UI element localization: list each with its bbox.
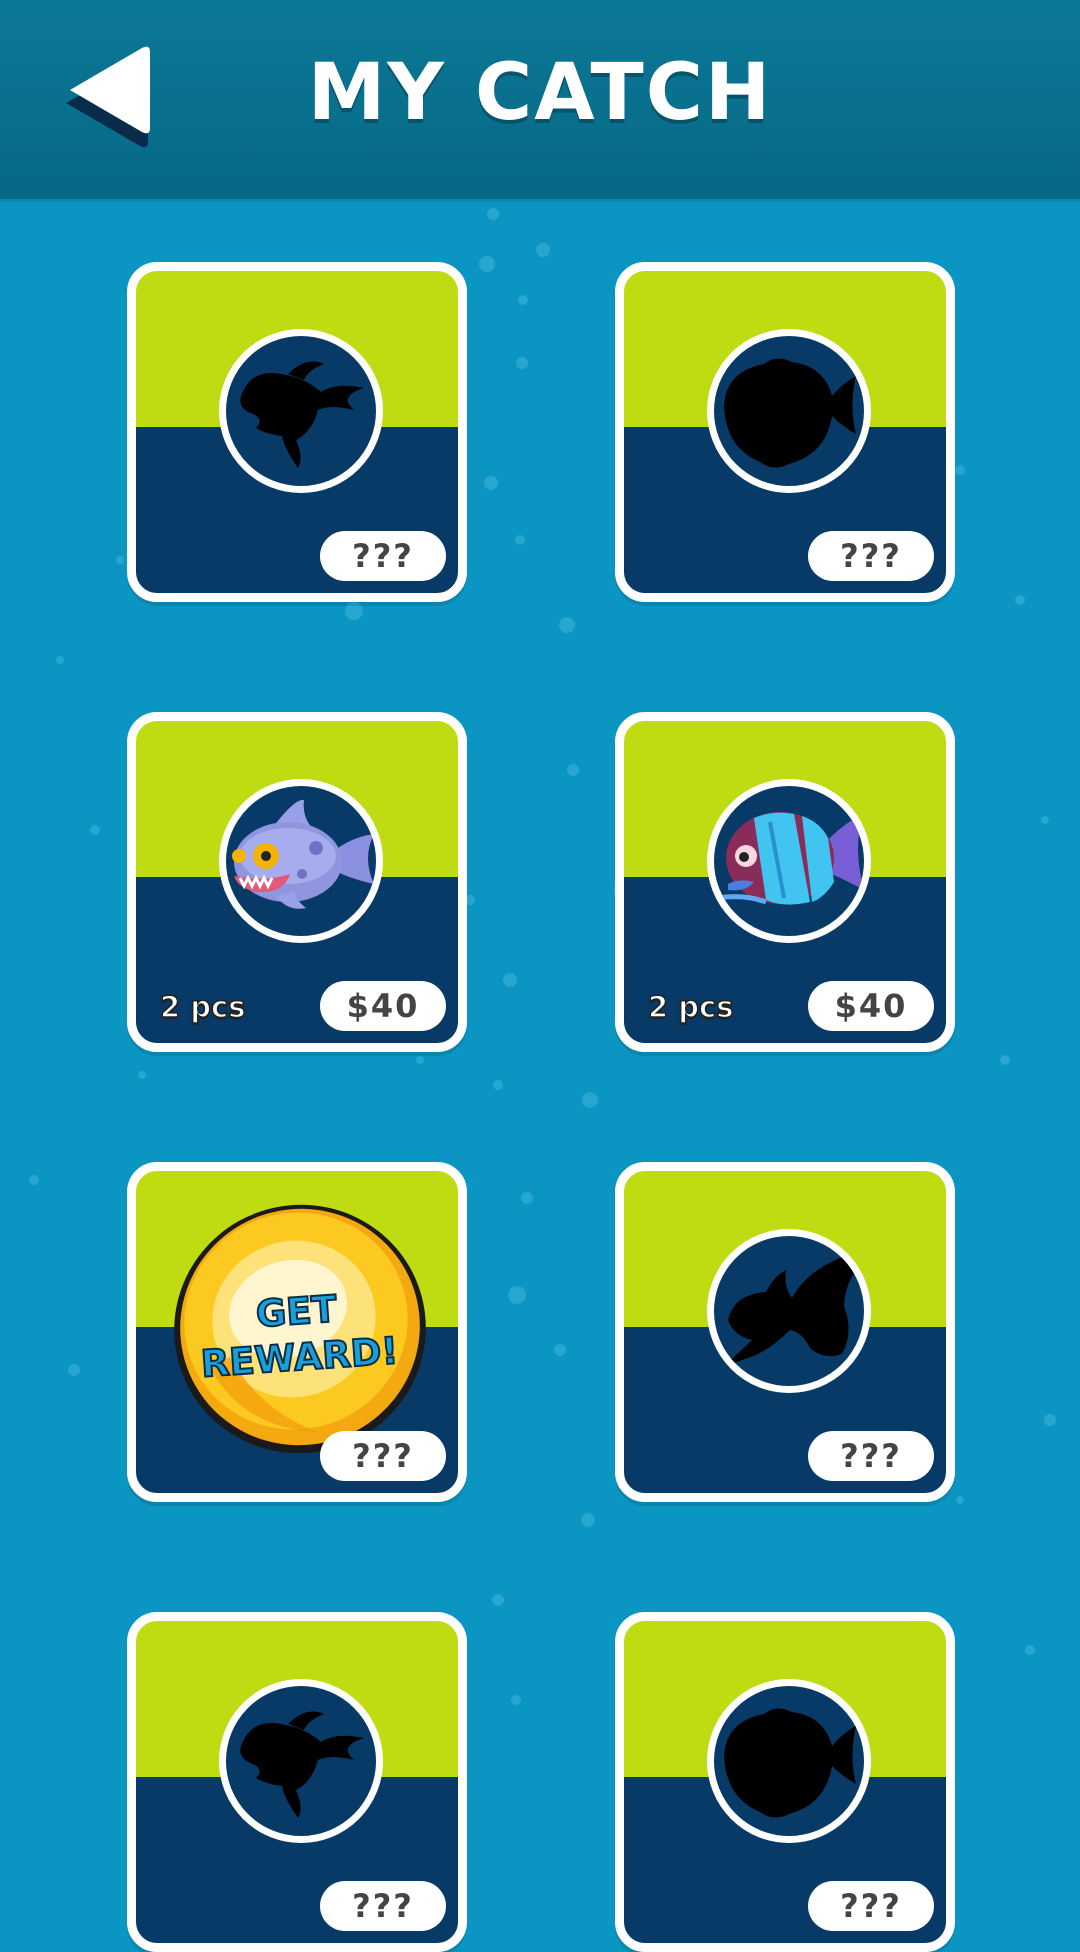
catch-card-4[interactable]: 2 pcs $40 [615, 712, 955, 1052]
fish-thumbnail [707, 1679, 871, 1843]
price-badge: ??? [320, 1881, 446, 1931]
page-title: MY CATCH [307, 48, 773, 138]
goldfish-silhouette-icon [240, 361, 364, 468]
get-reward-label: GET REWARD! [198, 1286, 400, 1386]
goldfish-silhouette-icon [240, 1711, 364, 1818]
discus-fish-silhouette-icon [724, 358, 856, 468]
catch-card-3[interactable]: 2 pcs $40 [127, 712, 467, 1052]
price-badge: ??? [320, 531, 446, 581]
catch-card-2[interactable]: ??? [615, 262, 955, 602]
fish-thumbnail [707, 1229, 871, 1393]
price-badge: $40 [320, 981, 446, 1031]
fish-thumbnail [707, 779, 871, 943]
angelfish-icon [717, 812, 864, 905]
piranha-fish-icon [232, 799, 374, 909]
catch-card-7[interactable]: ??? [127, 1612, 467, 1952]
fish-thumbnail [219, 779, 383, 943]
price-badge: ??? [320, 1431, 446, 1481]
price-badge: ??? [808, 1881, 934, 1931]
top-bar: MY CATCH [0, 0, 1080, 199]
catch-count: 2 pcs [647, 989, 734, 1025]
catch-card-1[interactable]: ??? [127, 262, 467, 602]
fish-thumbnail [219, 1679, 383, 1843]
price-badge: ??? [808, 531, 934, 581]
catch-card-5[interactable]: GET REWARD! ??? [127, 1162, 467, 1502]
catch-card-8[interactable]: ??? [615, 1612, 955, 1952]
betta-fish-silhouette-icon [724, 1257, 864, 1366]
catch-card-6[interactable]: ??? [615, 1162, 955, 1502]
catch-count: 2 pcs [159, 989, 246, 1025]
get-reward-button[interactable]: GET REWARD! [170, 1197, 426, 1453]
discus-fish-silhouette-icon [724, 1708, 856, 1818]
fish-thumbnail [707, 329, 871, 493]
price-badge: ??? [808, 1431, 934, 1481]
fish-thumbnail [219, 329, 383, 493]
price-badge: $40 [808, 981, 934, 1031]
